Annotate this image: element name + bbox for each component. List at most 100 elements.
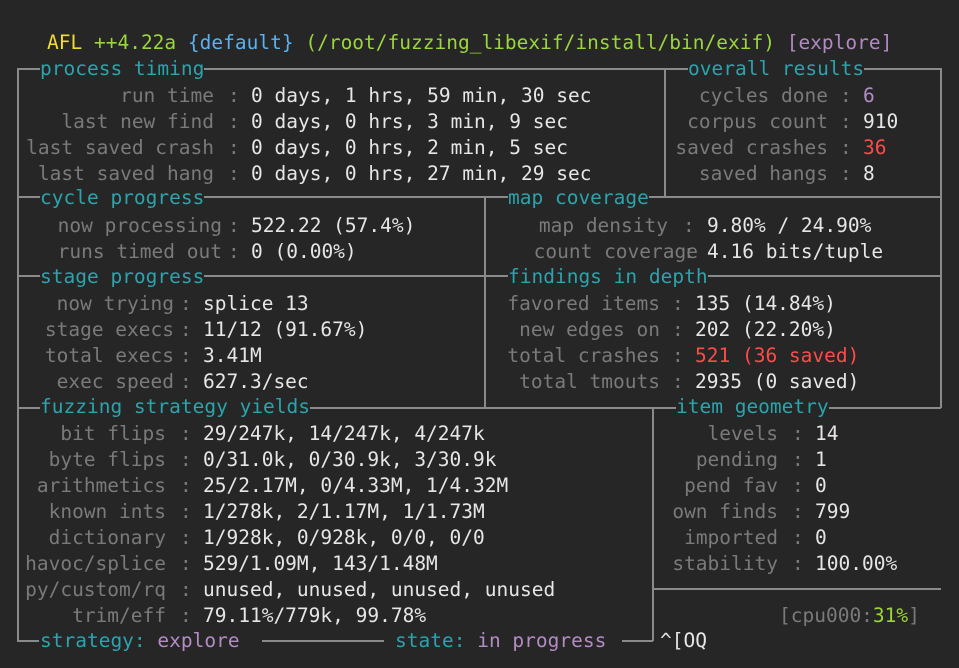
- separator: :: [228, 240, 240, 263]
- value-dictionary: 1/928k, 0/928k, 0/0, 0/0: [203, 526, 485, 549]
- value-corpus-count: 910: [863, 110, 899, 133]
- separator: :: [840, 136, 852, 159]
- label-last-new-find: last new find: [61, 110, 214, 133]
- value-stability: 100.00%: [815, 552, 898, 575]
- label-now-processing: now processing: [57, 214, 222, 237]
- separator: :: [228, 84, 240, 107]
- cpu-indicator: [cpu000:31%]: [779, 603, 920, 629]
- label-bit-flips: bit flips: [60, 422, 166, 445]
- value-last-saved-crash: 0 days, 0 hrs, 2 min, 5 sec: [251, 136, 568, 159]
- footer-line-1: [17, 640, 39, 642]
- value-byte-flips: 0/31.0k, 0/30.9k, 3/30.9k: [203, 448, 497, 471]
- separator: :: [180, 422, 192, 445]
- separator: :: [792, 500, 804, 523]
- strategy-label: strategy:: [40, 629, 146, 652]
- value-pending: 1: [815, 448, 827, 471]
- value-trim-eff: 79.11%/779k, 99.78%: [203, 604, 427, 627]
- strategy-value: explore: [157, 629, 240, 652]
- separator: :: [180, 500, 192, 523]
- label-map-density: map density: [538, 214, 668, 237]
- state-value: in progress: [477, 629, 607, 652]
- label-total-tmouts: total tmouts: [519, 370, 660, 393]
- instance-name: {default}: [187, 31, 294, 54]
- fuzz-mode: [explore]: [786, 31, 893, 54]
- label-py-custom-rq: py/custom/rq: [25, 578, 166, 601]
- separator: :: [228, 162, 240, 185]
- value-exec-speed: 627.3/sec: [203, 370, 309, 393]
- app-version: ++4.22a: [93, 31, 177, 54]
- value-stage-execs: 11/12 (91.67%): [203, 318, 368, 341]
- label-pend-fav: pend fav: [684, 474, 778, 497]
- item-geometry-title: item geometry: [676, 394, 829, 420]
- label-stability: stability: [672, 552, 778, 575]
- label-byte-flips: byte flips: [48, 448, 166, 471]
- separator: :: [180, 578, 192, 601]
- separator: :: [180, 474, 192, 497]
- label-stage-execs: stage execs: [44, 318, 174, 341]
- app-name: AFL: [47, 31, 83, 54]
- value-py-custom-rq: unused, unused, unused, unused: [203, 578, 556, 601]
- separator: :: [792, 422, 804, 445]
- separator: :: [180, 604, 192, 627]
- label-total-execs: total execs: [44, 344, 174, 367]
- value-arithmetics: 25/2.17M, 0/4.33M, 1/4.32M: [203, 474, 509, 497]
- value-map-density: 9.80% / 24.90%: [707, 214, 872, 237]
- divider-yields-geometry: [652, 407, 654, 641]
- separator: :: [792, 448, 804, 471]
- label-cycles-done: cycles done: [698, 84, 828, 107]
- separator: :: [683, 214, 695, 237]
- overall-results-title: overall results: [688, 56, 865, 82]
- separator: :: [180, 292, 192, 315]
- label-total-crashes: total crashes: [507, 344, 660, 367]
- separator: :: [792, 552, 804, 575]
- label-run-time: run time: [120, 84, 214, 107]
- footer-line-3: [622, 640, 653, 642]
- value-last-new-find: 0 days, 0 hrs, 3 min, 9 sec: [251, 110, 568, 133]
- value-imported: 0: [815, 526, 827, 549]
- separator: :: [792, 474, 804, 497]
- separator: :: [180, 448, 192, 471]
- label-saved-hangs: saved hangs: [698, 162, 828, 185]
- separator: :: [180, 370, 192, 393]
- value-runs-timed-out: 0 (0.00%): [251, 240, 357, 263]
- value-last-saved-hang: 0 days, 0 hrs, 27 min, 29 sec: [251, 162, 592, 185]
- separator: :: [228, 214, 240, 237]
- label-saved-crashes: saved crashes: [675, 136, 828, 159]
- divider-progress-coverage: [484, 196, 486, 408]
- value-now-processing: 522.22 (57.4%): [251, 214, 416, 237]
- footer-state: state: in progress: [395, 628, 607, 654]
- label-last-saved-hang: last saved hang: [37, 162, 214, 185]
- label-levels: levels: [707, 422, 778, 445]
- value-own-finds: 799: [815, 500, 851, 523]
- separator: :: [840, 162, 852, 185]
- separator: :: [792, 526, 804, 549]
- label-exec-speed: exec speed: [56, 370, 174, 393]
- value-saved-crashes: 36: [863, 136, 887, 159]
- value-known-ints: 1/278k, 2/1.17M, 1/1.73M: [203, 500, 485, 523]
- label-pending: pending: [695, 448, 778, 471]
- frame-right-top: [940, 68, 942, 408]
- map-coverage-title: map coverage: [508, 185, 649, 211]
- terminal-escape-sequence: ^[OQ: [660, 629, 707, 652]
- label-runs-timed-out: runs timed out: [57, 240, 222, 263]
- separator: :: [180, 344, 192, 367]
- cpu-suffix: ]: [908, 604, 920, 627]
- cycle-progress-title: cycle progress: [40, 185, 205, 211]
- value-total-tmouts: 2935 (0 saved): [695, 370, 860, 393]
- label-now-trying: now trying: [56, 292, 174, 315]
- strategy-yields-title: fuzzing strategy yields: [40, 394, 311, 420]
- label-last-saved-crash: last saved crash: [26, 136, 214, 159]
- label-favored-items: favored items: [507, 292, 660, 315]
- value-bit-flips: 29/247k, 14/247k, 4/247k: [203, 422, 485, 445]
- label-arithmetics: arithmetics: [36, 474, 166, 497]
- stage-progress-title: stage progress: [40, 264, 205, 290]
- separator: :: [180, 318, 192, 341]
- value-levels: 14: [815, 422, 839, 445]
- target-path: (/root/fuzzing_libexif/install/bin/exif): [305, 31, 775, 54]
- label-own-finds: own finds: [672, 500, 778, 523]
- separator: :: [672, 344, 684, 367]
- separator: :: [672, 318, 684, 341]
- value-pend-fav: 0: [815, 474, 827, 497]
- label-count-coverage: count coverage: [533, 240, 698, 263]
- cpu-prefix: [cpu000:: [779, 604, 873, 627]
